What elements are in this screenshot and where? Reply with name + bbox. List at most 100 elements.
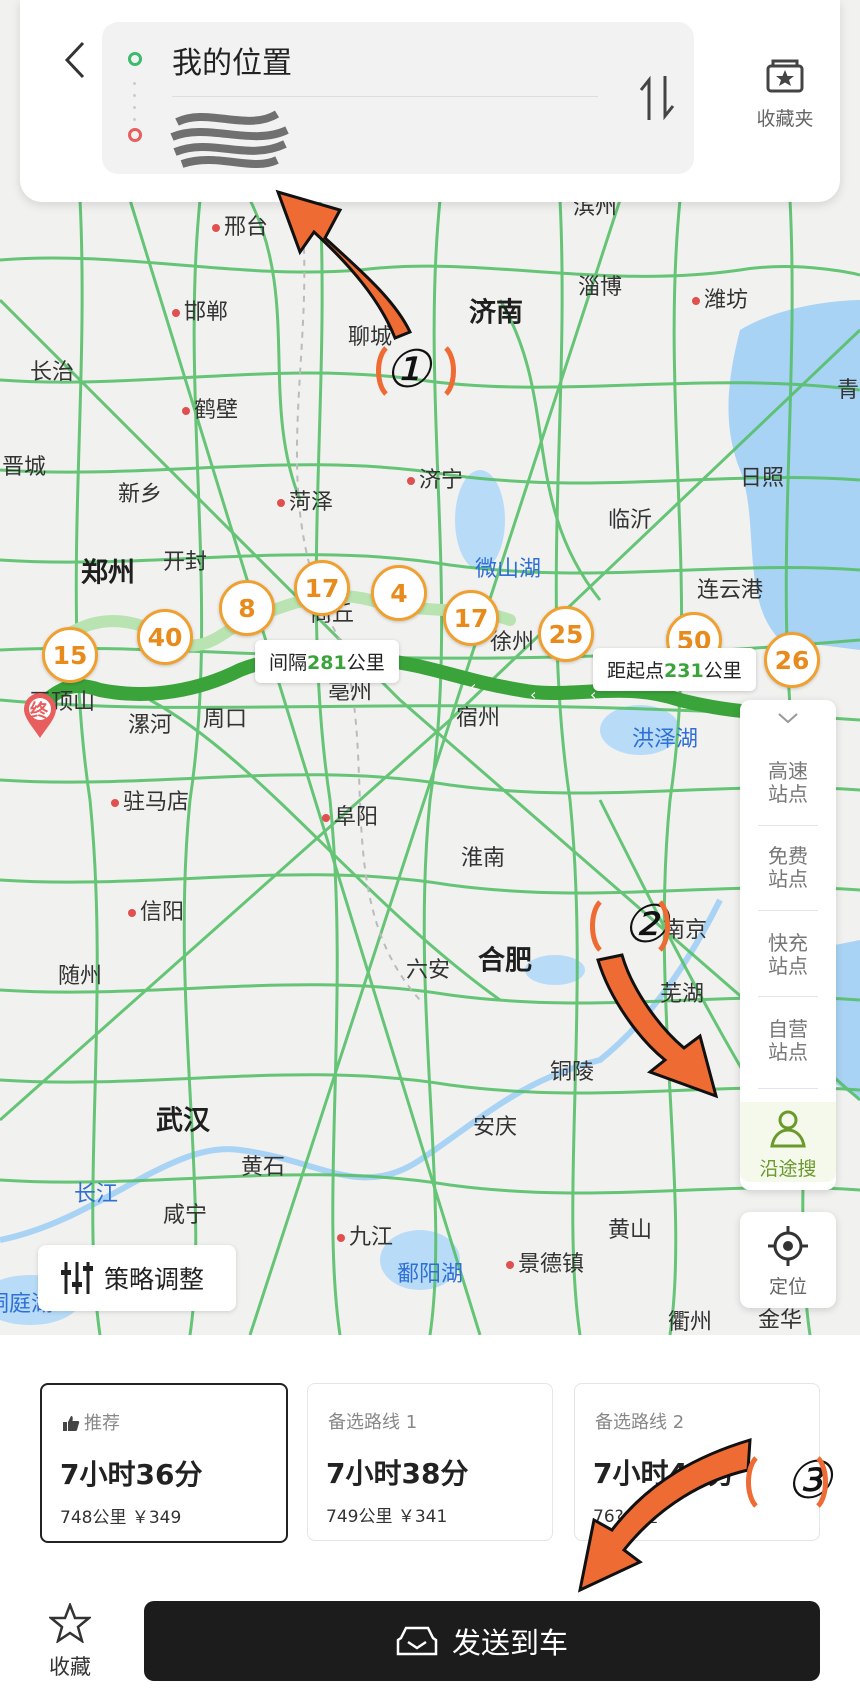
charging-count-badge[interactable]: 15 (42, 627, 98, 683)
city-label: 淄博 (577, 275, 623, 300)
redacted-scribble (170, 110, 289, 168)
car-icon (396, 1626, 438, 1656)
city-label: 新乡 (117, 482, 163, 507)
city-label: 长治 (29, 360, 75, 385)
city-label: 阜阳 (321, 799, 378, 831)
folder-star-icon (766, 59, 804, 93)
route-info: 76?公里 (593, 1507, 658, 1527)
chevron-left-icon (64, 41, 85, 79)
route-duration: 7小时38分 (326, 1457, 469, 1490)
lake-label: 鄱阳湖 (396, 1262, 464, 1287)
locate-button[interactable]: 定位 (740, 1212, 836, 1308)
self-operated-stations-filter[interactable]: 自营站点 (740, 1018, 836, 1064)
charging-count-badge[interactable]: 8 (219, 580, 275, 636)
destination-marker[interactable]: 终 (22, 692, 58, 740)
fast-charge-stations-filter[interactable]: 快充站点 (740, 932, 836, 978)
destination-input[interactable] (157, 102, 297, 174)
charging-count-badge[interactable]: 40 (137, 609, 193, 665)
along-route-search-button[interactable]: 沿途搜 (740, 1102, 836, 1182)
city-label: 黄石 (240, 1155, 286, 1180)
city-label: 邯郸 (171, 294, 228, 326)
city-label: 潍坊 (691, 282, 748, 314)
city-label: 淮南 (460, 846, 506, 871)
route-info: 749公里 ￥341 (326, 1507, 448, 1527)
strategy-adjust-button[interactable]: 策略调整 (38, 1245, 236, 1311)
collapse-button[interactable] (740, 710, 836, 729)
city-label: 郑州 (81, 557, 135, 589)
free-stations-filter[interactable]: 免费站点 (740, 845, 836, 891)
svg-text:‹: ‹ (530, 685, 536, 704)
input-divider (172, 96, 598, 97)
favorites-button[interactable]: 收藏夹 (730, 58, 840, 131)
star-icon (47, 1601, 93, 1644)
crosshair-icon (768, 1226, 808, 1266)
city-label: 随州 (57, 964, 103, 989)
city-label: 黄山 (607, 1218, 653, 1243)
sliders-icon (61, 1262, 93, 1294)
city-label: 连云港 (696, 578, 764, 603)
city-label: 芜湖 (659, 982, 705, 1007)
charging-count-badge[interactable]: 25 (538, 606, 594, 662)
highway-stations-filter[interactable]: 高速站点 (740, 760, 836, 806)
city-label: 信阳 (127, 894, 184, 926)
route-title: 推荐 (62, 1409, 120, 1435)
route-option-alt-1[interactable]: 备选路线 1 7小时38分 749公里 ￥341 (307, 1383, 553, 1541)
charging-count-badge[interactable]: 26 (764, 632, 820, 688)
charging-count-badge[interactable]: 17 (443, 590, 499, 646)
city-label: 济宁 (406, 462, 463, 494)
city-label: 日照 (739, 466, 785, 491)
city-label: 临沂 (607, 508, 653, 533)
city-label: 南京 (662, 918, 708, 943)
origin-input[interactable]: 我的位置 (172, 38, 292, 82)
city-label: 邢台 (211, 209, 268, 241)
swap-icon (639, 75, 675, 121)
city-label: 济南 (469, 297, 523, 329)
charging-count-badge[interactable]: 4 (371, 565, 427, 621)
route-option-recommended[interactable]: 推荐 7小时36分 748公里 ￥349 (40, 1383, 288, 1543)
city-label: 合肥 (478, 945, 532, 977)
lake-label: 微山湖 (474, 557, 542, 582)
river-label: 长江 (73, 1182, 119, 1207)
city-label: 漯河 (127, 713, 173, 738)
route-title: 备选路线 2 (595, 1412, 685, 1433)
origin-dot-icon (128, 52, 142, 66)
route-option-alt-2[interactable]: 备选路线 2 7小时49分 76?公里 (574, 1383, 820, 1541)
thumbs-up-icon (63, 1416, 80, 1431)
svg-text:‹: ‹ (470, 677, 476, 696)
route-duration: 7小时49分 (593, 1457, 736, 1490)
route-inputs: 我的位置 (102, 22, 694, 174)
send-to-car-button[interactable]: 发送到车 (144, 1601, 820, 1681)
city-label: 九江 (336, 1219, 393, 1251)
city-label: 聊城 (347, 325, 393, 350)
interval-tag: 间隔281公里 (255, 640, 399, 683)
distance-tag: 距起点231公里 (593, 648, 756, 691)
city-label: 安庆 (472, 1115, 518, 1140)
city-label: 周口 (202, 707, 248, 732)
station-filter-panel: 高速站点 免费站点 快充站点 自营站点 沿途搜 (740, 700, 836, 1190)
city-label: 鹤壁 (181, 392, 238, 424)
city-label: 衢州 (667, 1310, 713, 1335)
back-button[interactable] (55, 35, 95, 85)
collect-button[interactable]: 收藏 (40, 1601, 100, 1681)
destination-dot-icon (128, 128, 142, 142)
city-label: 铜陵 (549, 1060, 595, 1085)
city-label: 开封 (162, 550, 208, 575)
route-search-card: 我的位置 收藏夹 (20, 0, 840, 202)
lake-label: 洪泽湖 (631, 727, 699, 752)
chevron-down-icon (778, 713, 798, 724)
city-label: 景德镇 (505, 1246, 584, 1278)
route-duration: 7小时36分 (60, 1458, 203, 1491)
charging-count-badge[interactable]: 17 (294, 560, 350, 616)
city-label: 武汉 (156, 1105, 210, 1137)
city-label: 青 (836, 378, 860, 403)
city-label: 六安 (405, 958, 451, 983)
person-location-icon (770, 1110, 806, 1148)
city-label: 驻马店 (110, 784, 189, 816)
city-label: 菏泽 (276, 484, 333, 516)
route-info: 748公里 ￥349 (60, 1508, 182, 1528)
route-title: 备选路线 1 (328, 1412, 418, 1433)
city-label: 宿州 (455, 706, 501, 731)
swap-button[interactable] (637, 70, 677, 126)
city-label: 咸宁 (162, 1203, 208, 1228)
city-label: 晋城 (1, 455, 47, 480)
